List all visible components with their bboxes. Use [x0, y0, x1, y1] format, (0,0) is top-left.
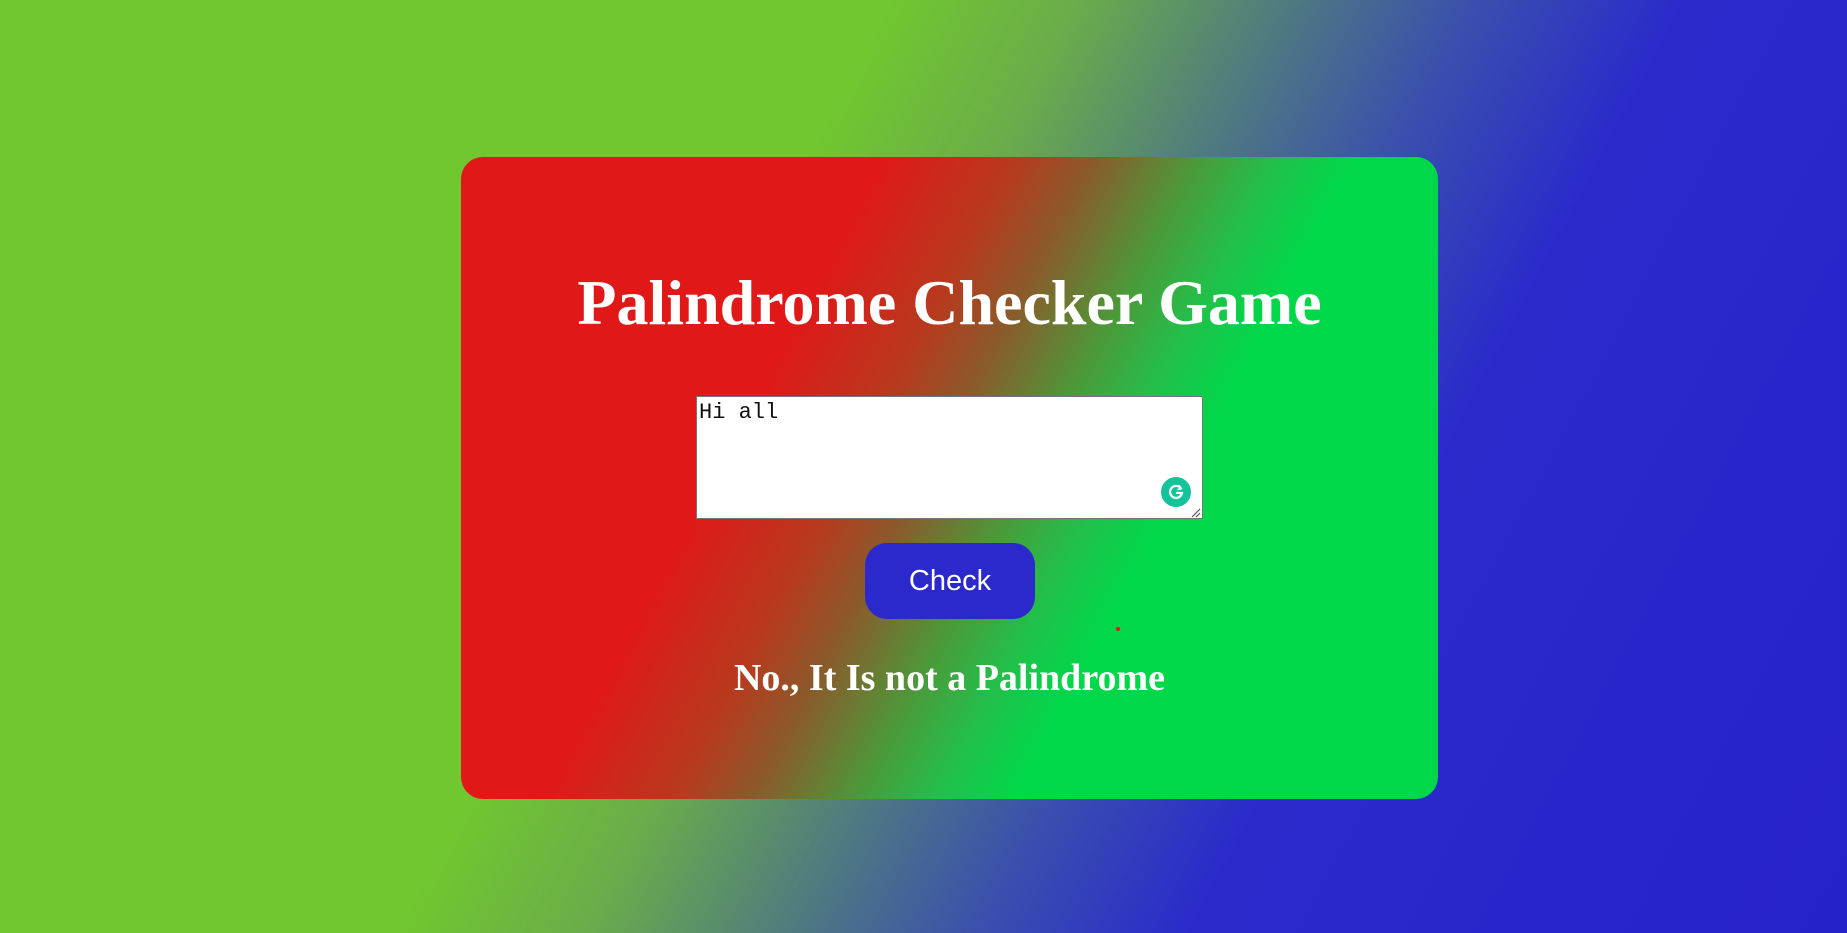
page-title: Palindrome Checker Game	[577, 267, 1322, 338]
decorative-dot	[1116, 627, 1120, 631]
game-card: Palindrome Checker Game Check No., It Is…	[461, 157, 1438, 799]
word-input[interactable]	[696, 396, 1203, 519]
result-message: No., It Is not a Palindrome	[733, 657, 1166, 699]
resize-handle-icon[interactable]	[1189, 505, 1201, 518]
check-button[interactable]: Check	[865, 543, 1035, 619]
grammarly-icon[interactable]	[1161, 477, 1191, 507]
input-wrapper	[696, 396, 1203, 519]
